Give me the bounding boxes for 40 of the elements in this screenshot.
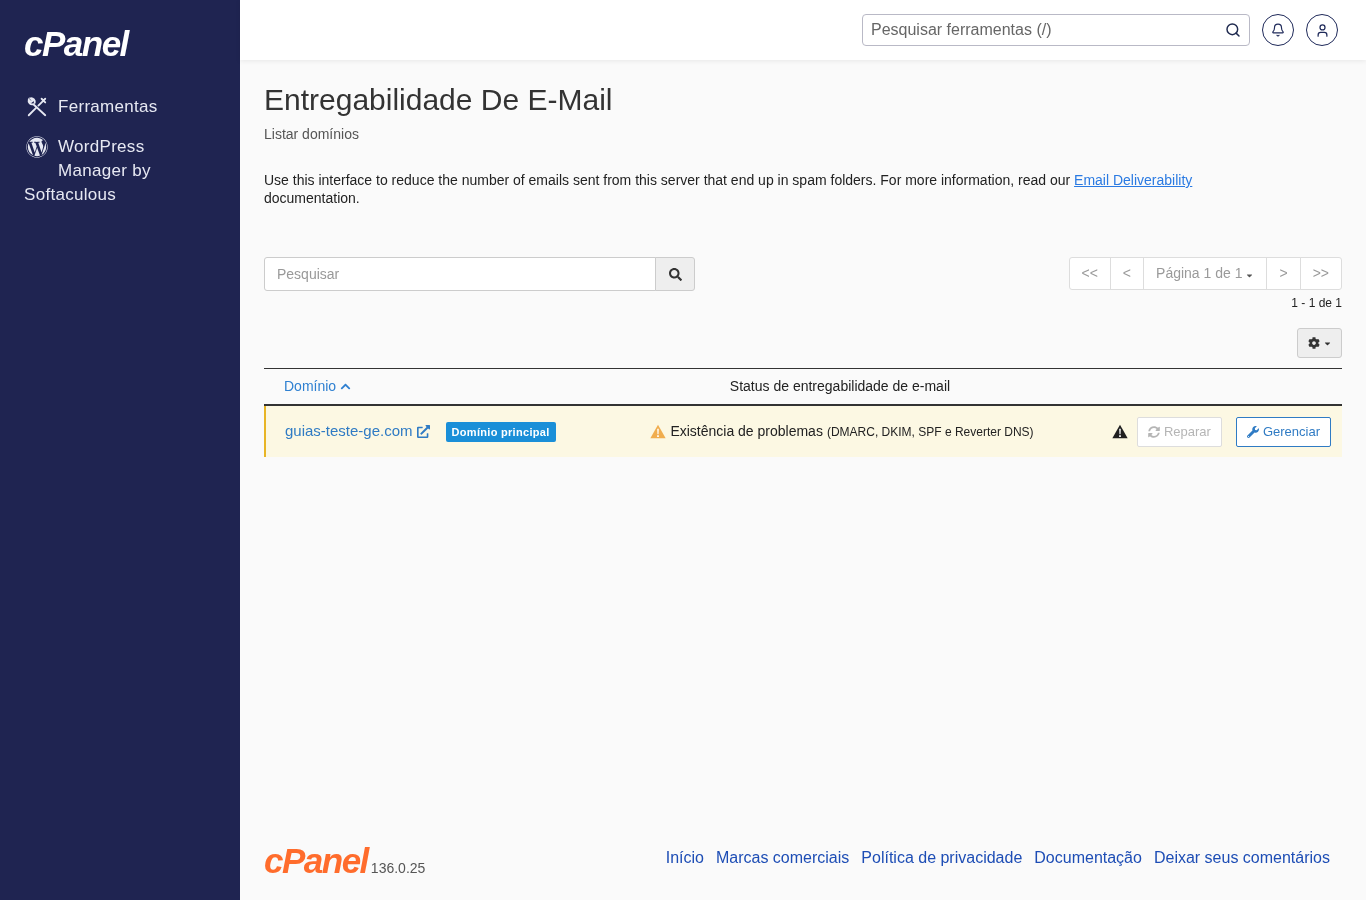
deliverability-link[interactable]: Email Deliverability: [1074, 172, 1193, 188]
footer-link[interactable]: Documentação: [1034, 848, 1142, 868]
footer-link[interactable]: Início: [665, 848, 704, 868]
version-text: 136.0.25: [370, 860, 426, 876]
primary-domain-badge: Domínio principal: [445, 421, 556, 442]
gear-icon: [1307, 337, 1320, 349]
warning-icon: [650, 424, 667, 439]
status-detail: (DMARC, DKIM, SPF e Reverter DNS): [826, 423, 1034, 441]
domain-link[interactable]: guias-teste-ge.com: [285, 420, 430, 443]
status-text: Existência de problemas: [670, 422, 823, 441]
account-button[interactable]: [1306, 14, 1338, 46]
refresh-icon: [1147, 425, 1160, 438]
footer-logo: cPanel: [264, 846, 368, 876]
results-count: 1 - 1 de 1: [1291, 295, 1342, 311]
wordpress-icon: [26, 136, 48, 158]
search-icon: [668, 267, 682, 281]
column-header[interactable]: Domínio: [284, 376, 352, 397]
wrench-icon: [1246, 425, 1259, 438]
search-button[interactable]: [655, 257, 695, 291]
warning-icon: [1111, 424, 1128, 439]
user-icon: [1314, 22, 1330, 38]
footer-link[interactable]: Política de privacidade: [861, 848, 1023, 868]
footer-link[interactable]: Deixar seus comentários: [1153, 848, 1330, 868]
bell-icon: [1271, 23, 1285, 37]
tools-icon: [26, 96, 48, 118]
manage-button[interactable]: Gerenciar: [1235, 416, 1331, 447]
page-subtitle: Listar domínios: [264, 125, 359, 144]
column-header: Status de entregabilidade de e-mail: [729, 377, 951, 396]
search-icon: [1225, 22, 1241, 38]
domain-search-field[interactable]: Pesquisar: [264, 257, 656, 291]
sidebar-item[interactable]: WordPress Manager by Softaculous: [24, 135, 216, 207]
notifications-button[interactable]: [1262, 14, 1294, 46]
page-title: Entregabilidade De E-Mail: [264, 82, 613, 118]
external-link-icon: [416, 425, 430, 438]
cpanel-logo[interactable]: cPanel: [24, 28, 128, 60]
settings-button[interactable]: [1297, 328, 1342, 358]
description-text: Use this interface to reduce the number of emails sent from this server that end up in spam folders. For more information, read our Email Deliverability documentation.: [264, 171, 1194, 207]
sidebar-item[interactable]: Ferramentas: [24, 95, 216, 135]
footer-link[interactable]: Marcas comerciais: [715, 848, 850, 868]
tool-search-field[interactable]: Pesquisar ferramentas (/): [862, 14, 1250, 46]
